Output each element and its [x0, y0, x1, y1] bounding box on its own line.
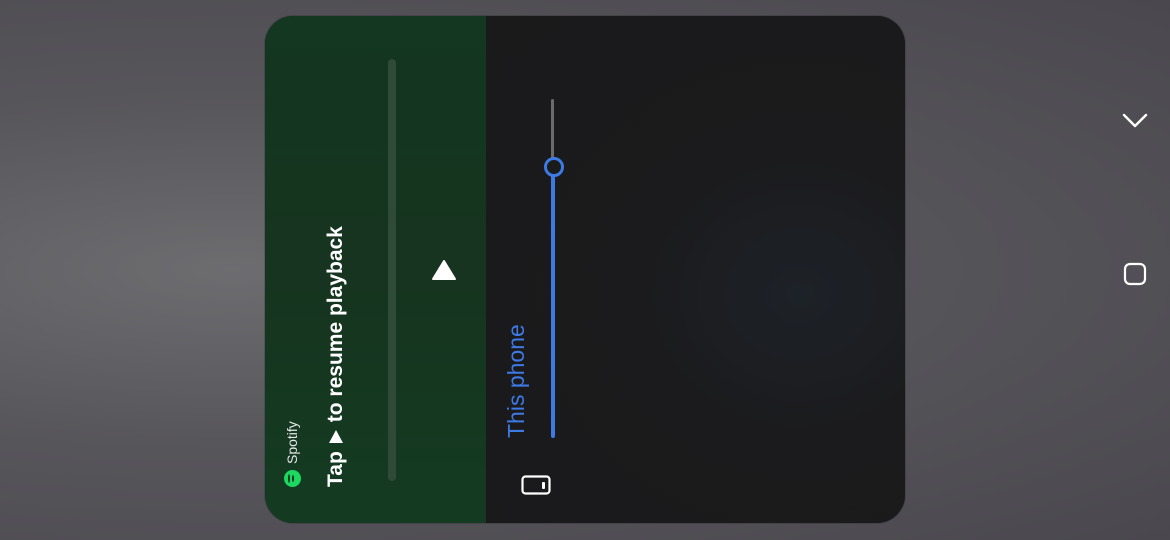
app-name: Spotify: [284, 421, 300, 464]
media-output-card[interactable]: Tap to resume playback Spotify: [265, 16, 486, 523]
spotify-logo-icon: [283, 470, 301, 487]
phone-landscape-icon: [521, 475, 551, 495]
volume-settings-button[interactable]: [1122, 261, 1148, 287]
volume-panel: Tap to resume playback Spotify This phon…: [265, 16, 905, 523]
resume-prefix: Tap: [324, 451, 347, 487]
chevron-down-icon: [1122, 113, 1148, 128]
play-icon: [432, 260, 456, 280]
resume-playback-text: Tap to resume playback: [323, 226, 349, 487]
output-device-button[interactable]: [521, 475, 551, 495]
volume-slider-thumb[interactable]: [544, 157, 564, 177]
rounded-square-icon: [1123, 262, 1147, 286]
playback-progress-track[interactable]: [388, 59, 396, 481]
app-label: Spotify: [282, 421, 302, 487]
output-device-label: This phone: [503, 324, 529, 438]
volume-area: [486, 16, 905, 523]
resume-suffix: to resume playback: [324, 226, 347, 423]
play-button[interactable]: [429, 256, 459, 284]
collapse-button[interactable]: [1120, 108, 1150, 134]
inline-play-icon: [329, 430, 343, 444]
volume-slider-fill[interactable]: [551, 167, 555, 438]
